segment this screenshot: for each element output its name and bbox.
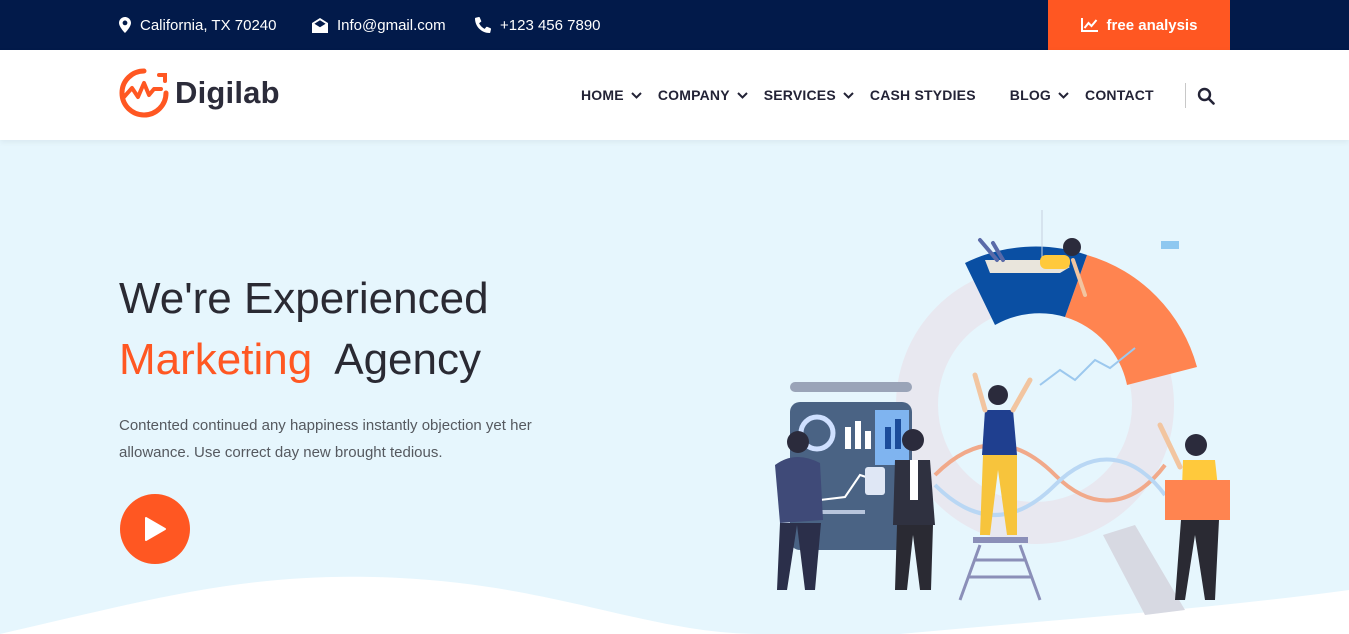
nav-item-label: COMPANY [657, 87, 730, 103]
top-bar: California, TX 70240 Info@gmail.com +123… [0, 0, 1349, 50]
logo-mark-icon [119, 68, 169, 118]
brand-name: Digilab [175, 75, 280, 110]
play-video-button[interactable] [120, 494, 190, 564]
search-icon [1197, 87, 1215, 105]
search-button[interactable] [1197, 87, 1215, 110]
chevron-down-icon [843, 91, 854, 99]
nav-item-services[interactable]: SERVICES [764, 87, 854, 103]
hero-heading: We're Experienced Marketing Agency [119, 268, 489, 390]
main-navbar: Digilab HOME COMPANY SERVICES CASH STYDI… [0, 50, 1349, 140]
nav-item-contact[interactable]: CONTACT [1085, 87, 1154, 103]
envelope-open-icon [312, 17, 328, 33]
hero-heading-accent: Marketing [119, 335, 313, 384]
phone-icon [475, 17, 491, 33]
nav-item-label: HOME [581, 87, 624, 103]
primary-menu: HOME COMPANY SERVICES CASH STYDIES BLOG … [581, 50, 1154, 140]
address-info: California, TX 70240 [119, 0, 276, 50]
nav-divider [1185, 83, 1186, 108]
line-chart-icon [1080, 18, 1098, 32]
hero-description: Contented continued any happiness instan… [119, 417, 532, 461]
play-icon [145, 517, 166, 541]
phone-text[interactable]: +123 456 7890 [500, 17, 601, 34]
hero-heading-line1: We're Experienced [119, 274, 489, 323]
chevron-down-icon [737, 91, 748, 99]
chevron-down-icon [1058, 91, 1069, 99]
phone-info[interactable]: +123 456 7890 [475, 0, 601, 50]
marketing-team-illustration [775, 210, 1230, 615]
nav-item-label: CONTACT [1085, 87, 1154, 103]
hero-heading-line2: Agency [334, 335, 481, 384]
nav-item-label: CASH STYDIES [869, 87, 976, 103]
chevron-down-icon [631, 91, 642, 99]
nav-item-blog[interactable]: BLOG [1010, 87, 1069, 103]
nav-item-company[interactable]: COMPANY [658, 87, 748, 103]
email-text[interactable]: Info@gmail.com [337, 17, 446, 34]
free-analysis-button[interactable]: free analysis [1048, 0, 1230, 50]
address-text: California, TX 70240 [140, 16, 277, 34]
free-analysis-label: free analysis [1106, 16, 1198, 34]
nav-item-home[interactable]: HOME [581, 87, 642, 103]
nav-item-label: SERVICES [763, 87, 836, 103]
email-info[interactable]: Info@gmail.com [312, 0, 446, 50]
nav-item-case-studies[interactable]: CASH STYDIES [870, 87, 976, 103]
map-pin-icon [119, 17, 131, 33]
nav-item-label: BLOG [1009, 87, 1052, 103]
brand-logo[interactable]: Digilab [119, 67, 280, 119]
